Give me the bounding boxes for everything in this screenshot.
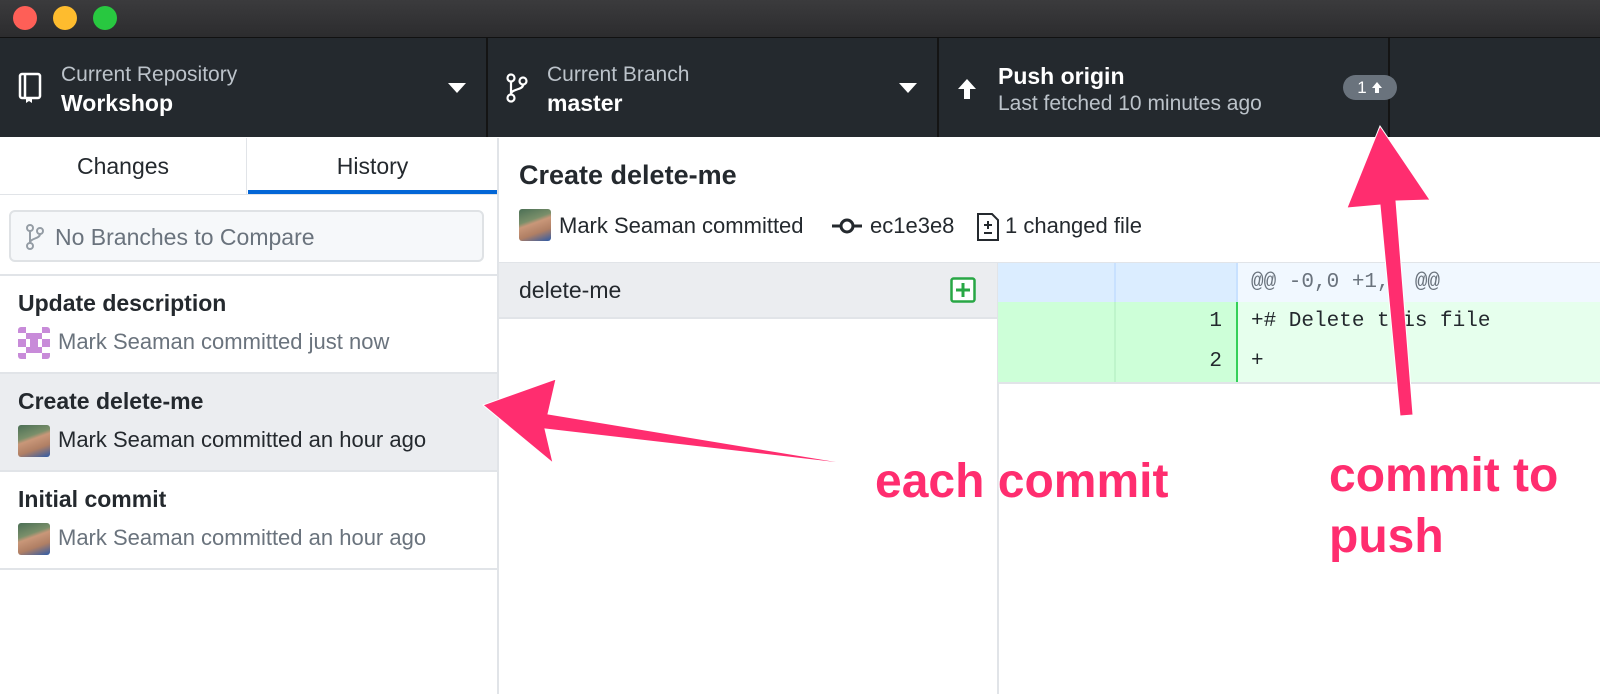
annotation-commit-to: commit to bbox=[1328, 449, 1559, 503]
annotation-each-commit: each commit bbox=[874, 455, 1169, 509]
annotation-push: push bbox=[1329, 510, 1445, 564]
annotation-arrows bbox=[482, 124, 1431, 466]
arrow-to-commit bbox=[482, 378, 858, 466]
arrow-to-push-badge bbox=[1346, 124, 1431, 417]
